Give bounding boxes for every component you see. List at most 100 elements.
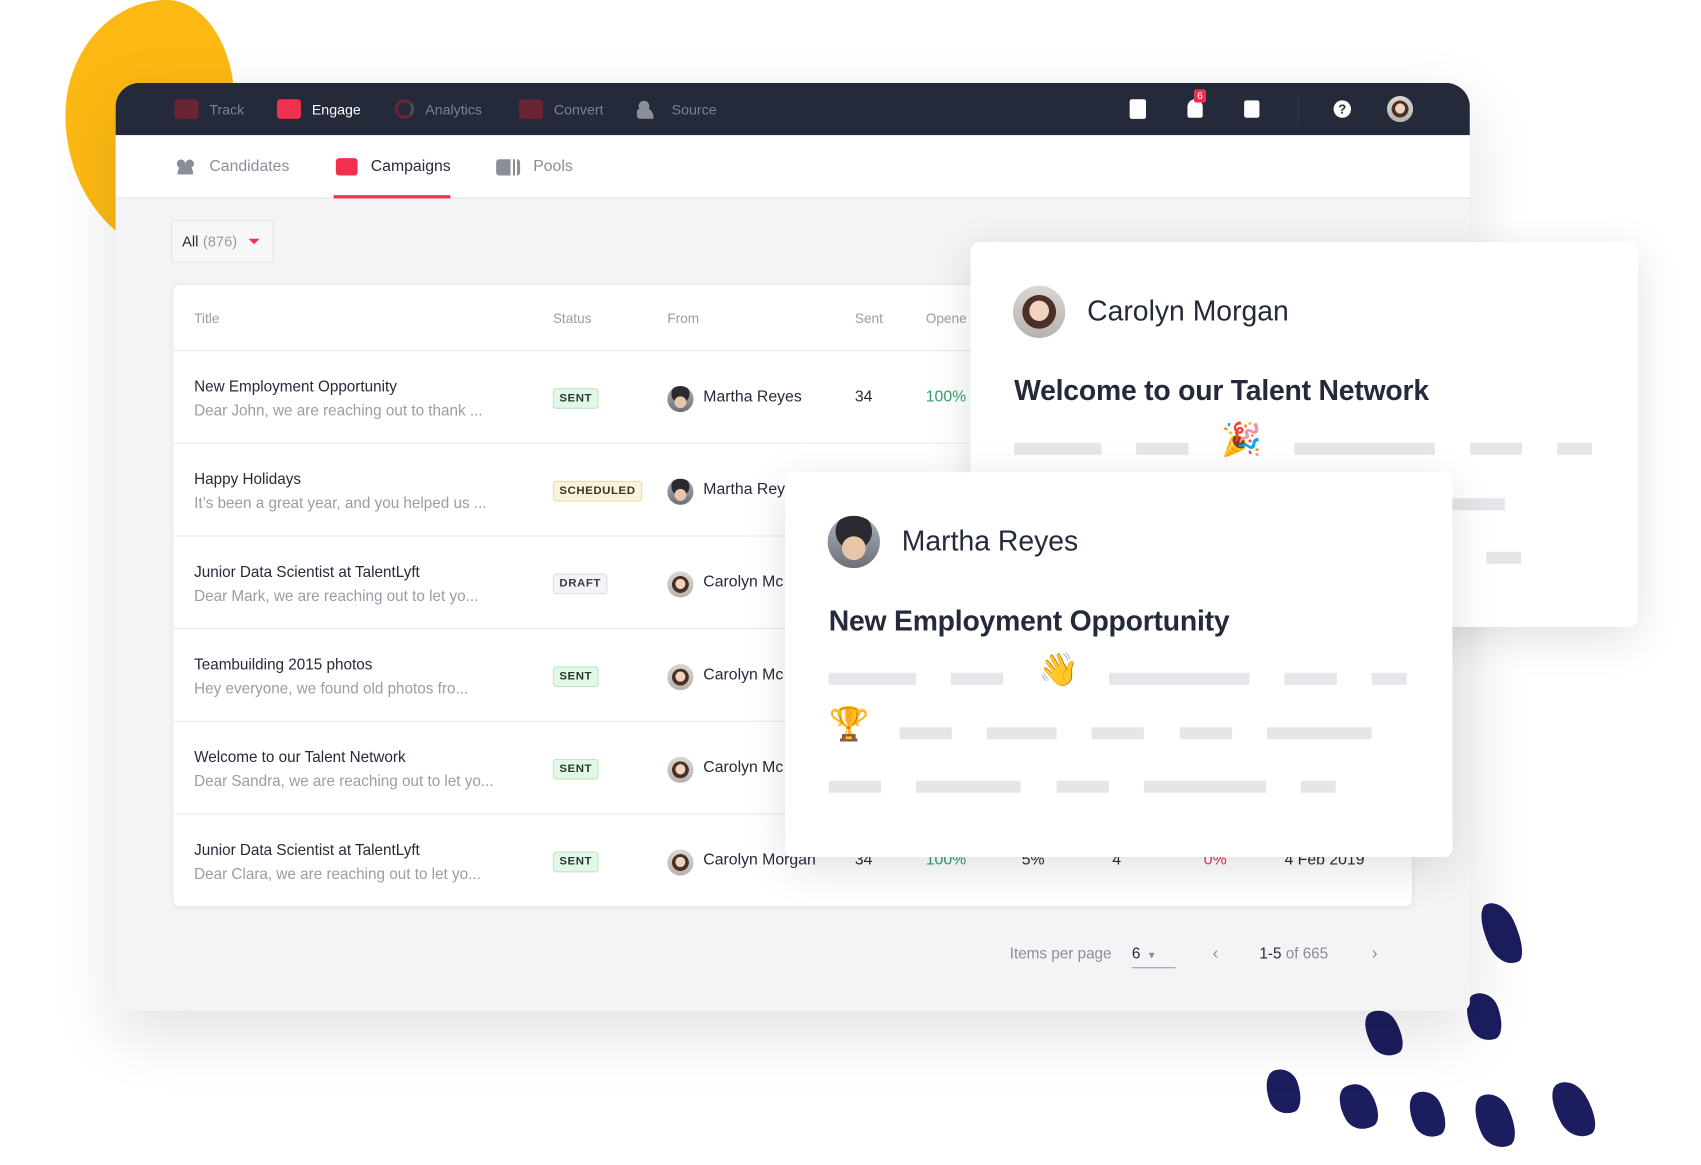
cell-sent: 34 — [854, 388, 873, 406]
nav-label: Source — [671, 100, 717, 118]
cell-opened: 100% — [925, 388, 967, 406]
chevron-down-icon — [248, 238, 260, 245]
sub-tabs: Candidates Campaigns Pools — [115, 135, 1470, 199]
calendar-icon[interactable] — [1244, 100, 1260, 118]
text-placeholder — [915, 780, 1021, 793]
campaign-preview: Dear Mark, we are reaching out to let yo… — [194, 586, 479, 605]
sender-avatar — [827, 515, 880, 569]
sender-avatar — [667, 386, 694, 413]
email-subject: Welcome to our Talent Network — [1014, 374, 1429, 407]
campaign-title[interactable]: Welcome to our Talent Network — [194, 748, 406, 765]
decorative-splat — [1331, 1077, 1386, 1137]
items-per-page-value: 6 — [1131, 944, 1141, 962]
column-header[interactable]: Status — [553, 311, 592, 326]
text-placeholder — [1469, 442, 1523, 455]
tab-label: Pools — [533, 158, 573, 176]
sender-avatar — [667, 478, 694, 505]
notification-badge: 6 — [1193, 89, 1206, 103]
tab-pools[interactable]: Pools — [496, 135, 573, 198]
campaign-title[interactable]: New Employment Opportunity — [194, 377, 397, 394]
sender-name: Carolyn Mc — [703, 758, 784, 777]
tab-label: Candidates — [209, 158, 290, 176]
nav-track[interactable]: Track — [174, 83, 244, 135]
tab-campaigns[interactable]: Campaigns — [333, 135, 452, 199]
filter-dropdown[interactable]: All (876) — [171, 220, 274, 263]
text-placeholder — [1557, 442, 1592, 455]
column-header[interactable]: From — [667, 311, 699, 326]
decorative-splat — [1543, 1074, 1604, 1145]
source-icon — [636, 99, 661, 119]
decorative-splat — [1357, 1003, 1411, 1063]
nav-engage[interactable]: Engage — [276, 83, 361, 135]
filter-count: (876) — [202, 233, 238, 250]
nav-source[interactable]: Source — [636, 83, 717, 135]
status-badge: SENT — [552, 758, 599, 780]
user-avatar[interactable] — [1386, 95, 1414, 123]
campaign-title[interactable]: Junior Data Scientist at TalentLyft — [194, 563, 420, 580]
page-range: 1-5 of 665 — [1259, 944, 1328, 961]
text-placeholder — [1267, 727, 1372, 740]
sender-name: Martha Reyes — [901, 524, 1079, 558]
decorative-splat — [1402, 1085, 1453, 1144]
total: of 665 — [1285, 944, 1329, 962]
nav-label: Convert — [553, 100, 604, 118]
sender-avatar — [667, 756, 694, 783]
sender-avatar — [1012, 285, 1066, 339]
text-placeholder — [1179, 727, 1233, 740]
campaign-preview: It’s been a great year, and you helped u… — [194, 493, 487, 512]
status-badge: SENT — [552, 666, 599, 687]
nav-label: Analytics — [425, 100, 482, 118]
text-placeholder — [1486, 551, 1522, 564]
top-nav: Track Engage Analytics Convert Source 6 … — [115, 82, 1470, 136]
track-icon — [174, 99, 199, 119]
sender-avatar — [667, 849, 694, 876]
bell-icon[interactable]: 6 — [1187, 89, 1206, 118]
nav-convert[interactable]: Convert — [519, 83, 604, 135]
decorative-splat — [1467, 1087, 1523, 1154]
sender-avatar — [667, 664, 694, 691]
text-placeholder — [1294, 442, 1435, 455]
text-placeholder — [1452, 498, 1505, 511]
text-placeholder — [1371, 672, 1407, 685]
nav-label: Track — [209, 100, 245, 118]
help-icon[interactable]: ? — [1333, 100, 1352, 118]
nav-analytics[interactable]: Analytics — [394, 83, 482, 135]
text-placeholder — [1143, 780, 1266, 793]
email-preview-card: Martha Reyes New Employment Opportunity … — [785, 472, 1453, 858]
campaign-title[interactable]: Teambuilding 2015 photos — [194, 655, 372, 672]
text-placeholder — [828, 672, 916, 685]
column-header[interactable]: Sent — [855, 311, 883, 326]
decorative-splat — [1472, 896, 1531, 970]
chevron-down-icon: ▼ — [1146, 949, 1157, 961]
column-header[interactable]: Title — [194, 311, 219, 326]
text-placeholder — [1014, 442, 1102, 455]
nav-label: Engage — [311, 100, 361, 118]
convert-icon — [519, 99, 544, 119]
sender-name: Carolyn Mc — [703, 666, 784, 684]
sender-name: Martha Reyes — [703, 388, 802, 406]
text-placeholder — [899, 727, 952, 740]
prev-page-button[interactable]: ‹ — [1213, 944, 1219, 964]
campaign-title[interactable]: Junior Data Scientist at TalentLyft — [194, 841, 420, 858]
text-placeholder — [986, 727, 1057, 740]
items-per-page-label: Items per page — [1009, 944, 1112, 962]
text-placeholder — [1056, 780, 1109, 793]
engage-icon — [276, 99, 301, 119]
column-header[interactable]: Opene — [926, 311, 967, 326]
trophy-icon: 🏆 — [828, 706, 870, 743]
mail-icon — [335, 158, 358, 176]
next-page-button[interactable]: › — [1372, 944, 1378, 964]
analytics-icon — [394, 99, 415, 119]
campaign-preview: Hey everyone, we found old photos fro... — [194, 679, 469, 697]
status-badge: DRAFT — [552, 573, 608, 595]
text-placeholder — [1091, 727, 1144, 740]
text-placeholder — [1300, 780, 1336, 793]
text-placeholder — [950, 672, 1004, 685]
campaign-preview: Dear Sandra, we are reaching out to let … — [194, 772, 494, 790]
campaign-title[interactable]: Happy Holidays — [194, 470, 301, 487]
status-badge: SCHEDULED — [552, 480, 643, 502]
items-per-page-select[interactable]: 6 ▼ — [1131, 944, 1176, 969]
clipboard-icon[interactable] — [1129, 99, 1147, 119]
range: 1-5 — [1259, 944, 1282, 962]
tab-candidates[interactable]: Candidates — [174, 135, 289, 198]
